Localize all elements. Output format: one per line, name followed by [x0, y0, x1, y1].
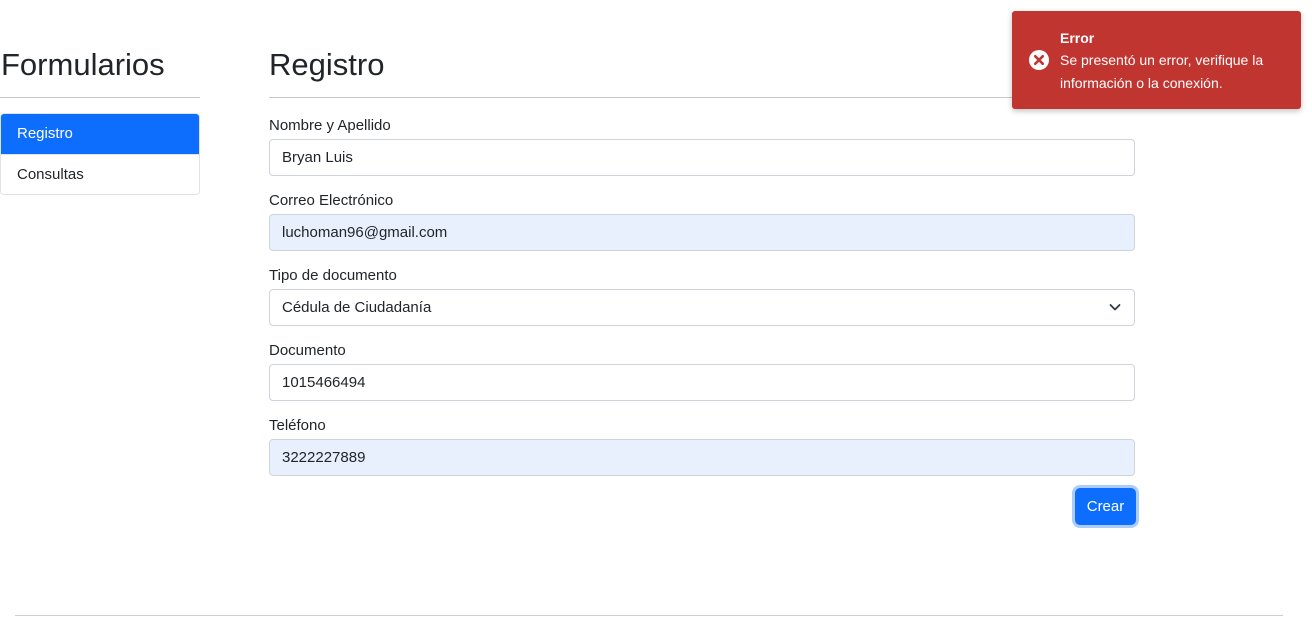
crear-button[interactable]: Crear: [1075, 488, 1136, 525]
footer-divider: [15, 615, 1283, 616]
doc-type-select[interactable]: Cédula de Ciudadanía: [269, 289, 1135, 326]
sidebar-divider: [0, 97, 200, 98]
name-field-group: Nombre y Apellido: [269, 116, 1136, 176]
sidebar-nav: Registro Consultas: [0, 113, 200, 195]
email-label: Correo Electrónico: [269, 192, 394, 209]
document-label: Documento: [269, 342, 346, 359]
page-title: Registro: [269, 47, 385, 82]
error-circle-icon: [1029, 50, 1049, 70]
chevron-down-icon: [1109, 304, 1121, 311]
sidebar-item-registro[interactable]: Registro: [1, 114, 199, 154]
sidebar-title: Formularios: [1, 47, 165, 82]
title-divider: [269, 97, 1136, 98]
sidebar-item-consultas[interactable]: Consultas: [1, 154, 199, 194]
toast-title: Error: [1060, 30, 1095, 46]
toast-message: Se presentó un error, verifique la infor…: [1060, 52, 1264, 91]
email-input[interactable]: [269, 214, 1135, 251]
doc-type-label: Tipo de documento: [269, 267, 397, 284]
document-field-group: Documento: [269, 341, 1136, 401]
name-input[interactable]: [269, 139, 1135, 176]
name-label: Nombre y Apellido: [269, 117, 391, 134]
email-field-group: Correo Electrónico: [269, 191, 1136, 251]
doc-type-selected-value[interactable]: Cédula de Ciudadanía: [269, 289, 1135, 326]
error-toast[interactable]: Error Se presentó un error, verifique la…: [1012, 11, 1301, 109]
phone-field-group: Teléfono: [269, 416, 1136, 476]
phone-label: Teléfono: [269, 417, 326, 434]
phone-input[interactable]: [269, 439, 1135, 476]
document-input[interactable]: [269, 364, 1135, 401]
doc-type-field-group: Tipo de documento Cédula de Ciudadanía: [269, 266, 1136, 326]
